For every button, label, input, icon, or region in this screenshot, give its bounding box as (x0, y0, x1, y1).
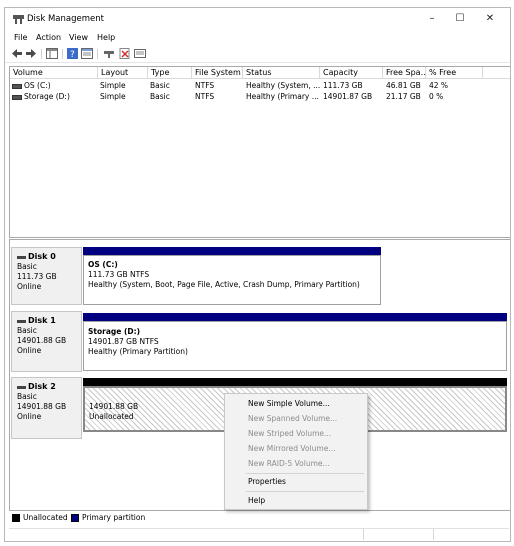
row-free-space: 21.17 GB (386, 92, 421, 101)
legend: Unallocated Primary partition (9, 511, 509, 525)
column-free-space[interactable]: Free Spa... (383, 67, 426, 79)
column-layout[interactable]: Layout (98, 67, 148, 79)
disk-size: 14901.88 GB (17, 402, 67, 411)
status-segment (433, 529, 510, 540)
volume-list[interactable]: Volume Layout Type File System Status Ca… (9, 66, 510, 238)
toolbar-separator (41, 49, 42, 59)
row-volume: OS (C:) (24, 81, 51, 90)
row-percent-free: 42 % (429, 81, 449, 90)
partition-detail: 14901.87 GB NTFS (88, 337, 159, 346)
menu-new-striped-volume[interactable]: New Striped Volume... (225, 427, 367, 441)
partition-header-bar (83, 247, 381, 255)
row-capacity: 14901.87 GB (323, 92, 373, 101)
row-layout: Simple (100, 81, 126, 90)
menu-separator (246, 473, 364, 474)
console-tree-icon[interactable] (46, 48, 58, 59)
row-type: Basic (150, 92, 170, 101)
context-menu: New Simple Volume... New Spanned Volume.… (224, 393, 368, 510)
title-bar[interactable]: Disk Management – ☐ ✕ (5, 8, 510, 30)
disk-status: Online (17, 346, 42, 355)
disk-icon (17, 319, 26, 323)
disk-type: Basic (17, 262, 37, 271)
legend-primary-swatch (71, 514, 79, 522)
properties-icon[interactable] (81, 48, 93, 59)
status-segment (363, 529, 434, 540)
toolbar-separator (62, 49, 63, 59)
partition-status: Healthy (Primary Partition) (88, 347, 188, 356)
disk-0-label[interactable]: Disk 0 Basic 111.73 GB Online (11, 247, 82, 305)
row-file-system: NTFS (195, 92, 215, 101)
volume-icon (12, 95, 22, 100)
minimize-button[interactable]: – (418, 10, 446, 28)
disk-type: Basic (17, 326, 37, 335)
disk-2-label[interactable]: Disk 2 Basic 14901.88 GB Online (11, 377, 82, 439)
legend-primary-label: Primary partition (82, 513, 146, 522)
row-volume: Storage (D:) (24, 92, 70, 101)
connect-icon[interactable] (103, 48, 115, 59)
row-layout: Simple (100, 92, 126, 101)
help-icon[interactable]: ? (67, 48, 79, 59)
list-icon[interactable] (134, 48, 146, 59)
partition-storage-d[interactable]: Storage (D:) 14901.87 GB NTFS Healthy (P… (83, 321, 507, 371)
volume-icon (12, 84, 22, 89)
row-capacity: 111.73 GB (323, 81, 363, 90)
menu-properties[interactable]: Properties (225, 475, 367, 489)
maximize-button[interactable]: ☐ (446, 10, 474, 28)
menu-view[interactable]: View (69, 33, 88, 42)
disk-size: 111.73 GB (17, 272, 57, 281)
column-status[interactable]: Status (243, 67, 320, 79)
menu-new-mirrored-volume[interactable]: New Mirrored Volume... (225, 442, 367, 456)
menu-file[interactable]: File (14, 33, 27, 42)
disk-1-label[interactable]: Disk 1 Basic 14901.88 GB Online (11, 311, 82, 372)
legend-unallocated-label: Unallocated (23, 513, 68, 522)
row-status: Healthy (Primary ... (246, 92, 319, 101)
row-file-system: NTFS (195, 81, 215, 90)
unallocated-header-bar (83, 378, 507, 386)
back-icon[interactable] (11, 48, 23, 59)
row-type: Basic (150, 81, 170, 90)
menu-separator (246, 491, 364, 492)
partition-header-bar (83, 313, 507, 321)
status-bar (9, 528, 509, 540)
partition-detail: 111.73 GB NTFS (88, 270, 150, 279)
menu-help[interactable]: Help (97, 33, 115, 42)
partition-os-c[interactable]: OS (C:) 111.73 GB NTFS Healthy (System, … (83, 255, 381, 305)
window-title: Disk Management (27, 14, 104, 24)
menu-bar: File Action View Help (5, 32, 510, 46)
legend-unallocated-swatch (12, 514, 20, 522)
disk-status: Online (17, 412, 42, 421)
partition-status: Healthy (System, Boot, Page File, Active… (88, 280, 360, 289)
column-capacity[interactable]: Capacity (320, 67, 383, 79)
menu-help[interactable]: Help (225, 494, 367, 508)
partition-name: OS (C:) (88, 260, 118, 269)
menu-new-spanned-volume[interactable]: New Spanned Volume... (225, 412, 367, 426)
close-button[interactable]: ✕ (476, 10, 504, 28)
disk-size: 14901.88 GB (17, 336, 67, 345)
menu-action[interactable]: Action (36, 33, 61, 42)
row-percent-free: 0 % (429, 92, 444, 101)
disk-type: Basic (17, 392, 37, 401)
disk-status: Online (17, 282, 42, 291)
column-file-system[interactable]: File System (192, 67, 243, 79)
column-type[interactable]: Type (148, 67, 192, 79)
column-percent-free[interactable]: % Free (426, 67, 483, 79)
disk-name: Disk 2 (17, 382, 81, 392)
menu-new-simple-volume[interactable]: New Simple Volume... (225, 397, 367, 411)
svg-text:?: ? (70, 50, 75, 59)
toolbar-separator (97, 49, 98, 59)
disk-icon (17, 255, 26, 259)
column-filler (483, 67, 510, 79)
menu-new-raid5-volume[interactable]: New RAID-5 Volume... (225, 457, 367, 471)
row-status: Healthy (System, ... (246, 81, 321, 90)
disk-management-icon (13, 15, 24, 24)
forward-icon[interactable] (25, 48, 37, 59)
delete-icon[interactable] (119, 48, 131, 59)
disk-name: Disk 0 (17, 252, 81, 262)
partition-name: Storage (D:) (88, 327, 141, 336)
column-volume[interactable]: Volume (10, 67, 98, 79)
toolbar: ? (5, 46, 510, 63)
disk-name: Disk 1 (17, 316, 81, 326)
row-free-space: 46.81 GB (386, 81, 421, 90)
disk-icon (17, 385, 26, 389)
